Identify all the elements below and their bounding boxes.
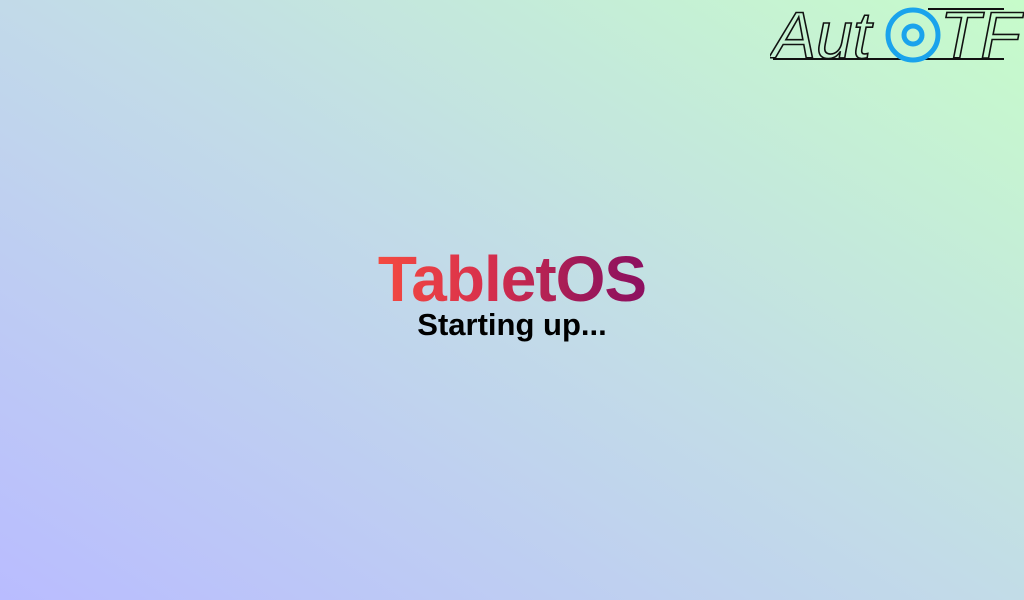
boot-screen: TabletOS Starting up... bbox=[0, 244, 1024, 342]
logo-text-aut: Aut bbox=[770, 0, 874, 72]
os-title: TabletOS bbox=[377, 243, 647, 315]
autotf-logo: Aut TF bbox=[767, 0, 1024, 73]
boot-status-text: Starting up... bbox=[417, 307, 607, 342]
logo-text-tf: TF bbox=[940, 0, 1024, 72]
